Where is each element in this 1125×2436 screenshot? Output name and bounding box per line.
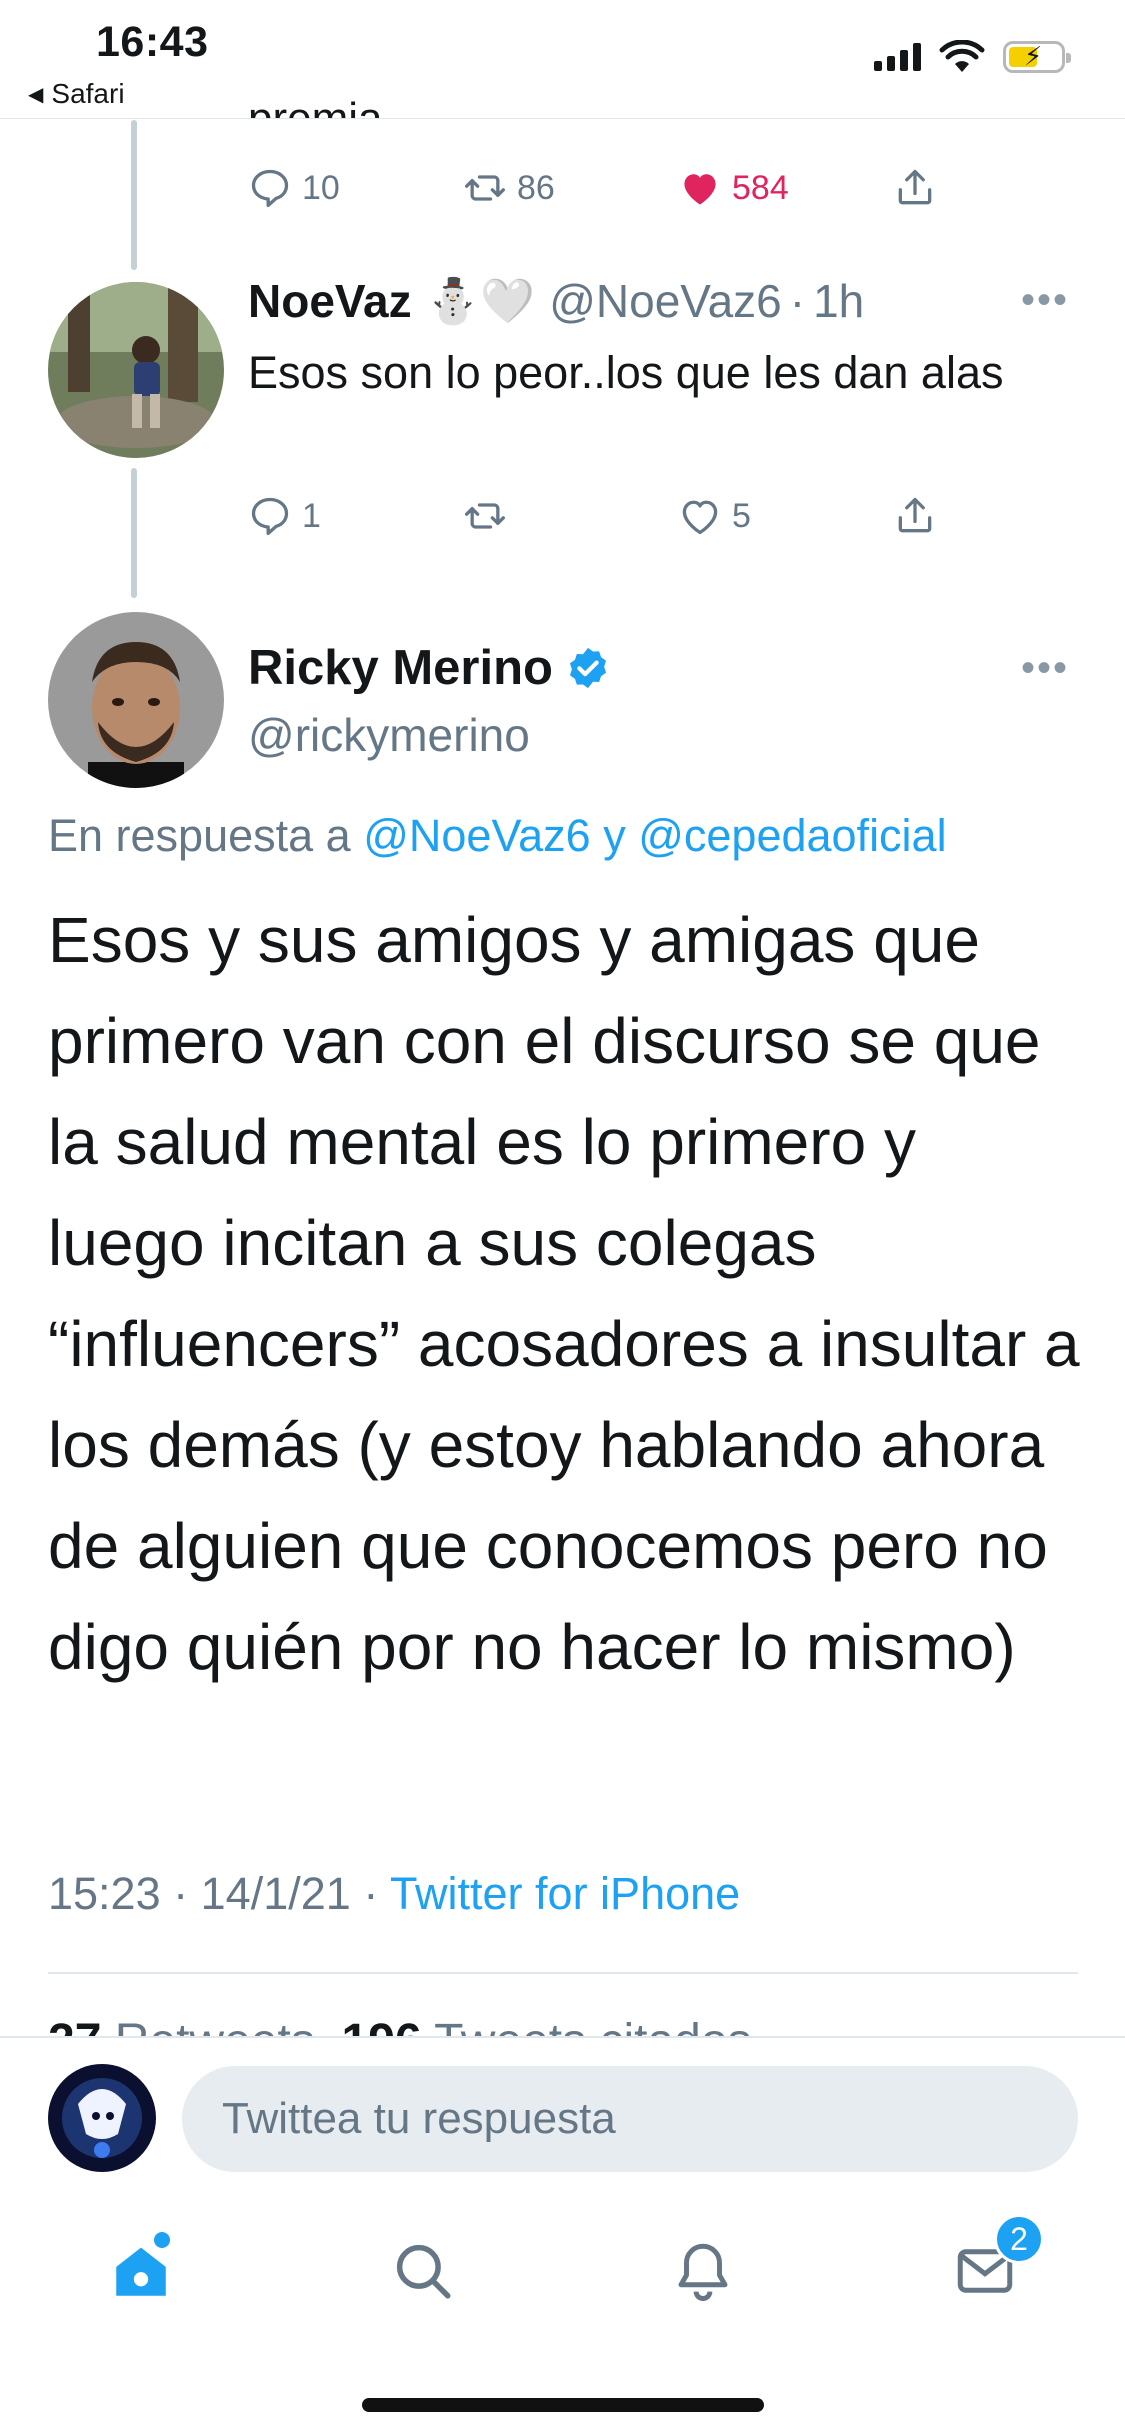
reply-to-user-cepeda[interactable]: @cepedaoficial	[638, 810, 946, 861]
rickymerino-name-row: Ricky Merino	[248, 640, 611, 696]
reply-button[interactable]: 1	[248, 494, 463, 538]
reply-count: 1	[302, 496, 321, 535]
reply-to-prefix: En respuesta a	[48, 810, 351, 861]
tab-home[interactable]	[96, 2226, 186, 2316]
more-options-icon[interactable]: •••	[1021, 278, 1069, 323]
signal-icon	[874, 43, 921, 71]
like-count: 584	[732, 168, 789, 207]
notifications-icon	[678, 2243, 728, 2301]
heart-icon	[682, 500, 718, 535]
reply-composer	[0, 2036, 1125, 2186]
thread-line	[131, 468, 137, 598]
share-icon	[898, 497, 932, 533]
tweet-meta: 15:23 · 14/1/21 · Twitter for iPhone	[48, 1868, 740, 1920]
battery-charging-icon: ⚡	[1003, 41, 1071, 73]
retweets-label[interactable]: Retweets	[115, 2015, 315, 2036]
status-time: 16:43	[96, 18, 209, 66]
back-triangle-icon: ◀	[28, 83, 44, 106]
noevaz-display-name[interactable]: NoeVaz	[248, 274, 412, 328]
thread-line	[131, 120, 137, 270]
previous-tweet-cut-text: premia	[248, 84, 383, 118]
rickymerino-handle[interactable]: @rickymerino	[248, 708, 530, 762]
noevaz-tweet-text: Esos son lo peor..los que les dan alas	[248, 347, 1004, 398]
meta-divider	[48, 1972, 1078, 1974]
home-icon	[116, 2247, 166, 2296]
search-icon	[396, 2244, 451, 2299]
like-button[interactable]: 5	[678, 494, 893, 538]
reply-icon	[251, 497, 289, 536]
system-icons: ⚡	[874, 40, 1071, 74]
tab-notifications[interactable]	[658, 2226, 748, 2316]
verified-badge-icon	[569, 647, 607, 689]
noevaz-avatar[interactable]	[48, 282, 224, 458]
main-tweet-text: Esos y sus amigos y amigas que primero v…	[48, 904, 1080, 1683]
share-icon	[898, 169, 932, 205]
tweet-time[interactable]: 1h	[813, 274, 864, 328]
status-divider	[0, 118, 1125, 119]
tab-messages[interactable]: 2	[940, 2214, 1044, 2316]
home-indicator[interactable]	[362, 2398, 764, 2412]
tweet-time: 15:23	[48, 1868, 161, 1919]
retweets-count[interactable]: 27	[48, 2015, 101, 2036]
replying-to: En respuesta a @NoeVaz6 y @cepedaoficial	[48, 810, 947, 862]
status-bar: 16:43 ◀ Safari ⚡	[0, 0, 1125, 118]
tweet-stats: 27 Retweets 196 Tweets citados	[48, 2000, 752, 2036]
more-options-icon[interactable]: •••	[1021, 646, 1069, 691]
rickymerino-display-name[interactable]: Ricky Merino	[248, 640, 553, 696]
reply-to-user-noevaz[interactable]: @NoeVaz6	[363, 810, 590, 861]
reply-button[interactable]: 10	[248, 166, 463, 210]
share-button[interactable]	[893, 166, 1108, 210]
wifi-icon	[939, 40, 985, 72]
meta-separator: ·	[363, 1868, 379, 1919]
quotes-label[interactable]: Tweets citados	[434, 2015, 751, 2036]
retweet-icon	[465, 175, 505, 201]
tweet-source-link[interactable]: Twitter for iPhone	[390, 1868, 740, 1919]
retweet-button[interactable]	[463, 494, 678, 538]
reply-icon	[251, 169, 289, 208]
rickymerino-avatar[interactable]	[48, 612, 224, 788]
reply-count: 10	[302, 168, 340, 207]
like-button[interactable]: 584	[678, 166, 893, 210]
retweet-icon	[465, 503, 505, 529]
noevaz-handle[interactable]: @NoeVaz6	[549, 274, 782, 328]
reply-input[interactable]	[182, 2066, 1078, 2172]
retweet-button[interactable]: 86	[463, 166, 678, 210]
heart-filled-icon	[684, 174, 716, 205]
noevaz-tweet-header: NoeVaz ⛄🤍 @NoeVaz6 · 1h	[248, 274, 864, 328]
retweet-count: 86	[517, 168, 555, 207]
current-user-avatar[interactable]	[48, 2064, 156, 2172]
back-to-safari-link[interactable]: ◀ Safari	[28, 78, 125, 110]
share-button[interactable]	[893, 494, 1108, 538]
meta-separator: ·	[173, 1868, 189, 1919]
name-emojis: ⛄🤍	[425, 277, 536, 326]
home-notification-dot	[154, 2232, 170, 2248]
back-app-label: Safari	[51, 78, 125, 109]
reply-to-and: y	[603, 810, 626, 861]
like-count: 5	[732, 496, 751, 535]
quotes-count[interactable]: 196	[342, 2015, 422, 2036]
header-separator: ·	[789, 275, 806, 327]
messages-badge: 2	[994, 2214, 1044, 2264]
reply-tweet-actions: 1 5	[248, 494, 1108, 538]
previous-tweet-actions: 10 86 584	[248, 166, 1108, 210]
tweet-date: 14/1/21	[200, 1868, 351, 1919]
tab-search[interactable]	[378, 2226, 468, 2316]
